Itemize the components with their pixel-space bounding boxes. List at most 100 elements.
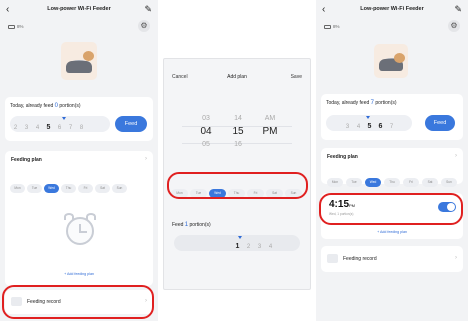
chevron-right-icon[interactable]: › xyxy=(145,156,147,162)
portion-option[interactable]: 7 xyxy=(386,119,397,135)
portion-option[interactable]: 4 xyxy=(265,239,276,255)
wheel-item: 05 xyxy=(202,141,210,148)
chevron-right-icon[interactable]: › xyxy=(455,153,457,159)
picker-marker-icon xyxy=(366,116,370,119)
wheel-item xyxy=(194,99,218,112)
feed-button[interactable]: Feed xyxy=(115,116,147,132)
feeding-plan-card: Feeding plan › Mon Tue Wed Thu Fri Sat Sun + A… xyxy=(5,151,153,286)
portion-option[interactable]: 6 xyxy=(54,120,65,136)
day-chip[interactable]: Mon xyxy=(10,184,25,193)
day-chip[interactable]: Thu xyxy=(384,178,400,187)
portion-option[interactable]: 6 xyxy=(375,119,386,135)
header: ‹ Low-power Wi-Fi Feeder ✎ xyxy=(316,4,468,18)
minute-wheel[interactable]: 14 15 16 xyxy=(226,99,250,164)
edit-pencil-icon[interactable]: ✎ xyxy=(454,4,462,15)
day-chip[interactable]: Fri xyxy=(78,184,93,193)
save-button[interactable]: Save xyxy=(291,74,302,80)
page-title: Low-power Wi-Fi Feeder xyxy=(47,6,111,12)
settings-gear-icon[interactable]: ⚙ xyxy=(138,20,150,32)
chevron-right-icon: › xyxy=(455,255,457,261)
add-plan-dialog: Cancel Add plan Save 03 04 05 14 15 16 A… xyxy=(163,58,311,290)
wheel-item xyxy=(194,151,218,164)
battery-icon xyxy=(8,24,15,29)
portion-option-selected[interactable]: 5 xyxy=(364,119,375,135)
day-chip[interactable]: Tue xyxy=(27,184,42,193)
portion-picker[interactable]: 1234 xyxy=(174,235,300,251)
wheel-item: 14 xyxy=(234,115,242,122)
highlight-annotation xyxy=(167,172,308,199)
today-fed-text: Today, already feed 7 portion(s) xyxy=(326,100,397,106)
ampm-selected: PM xyxy=(262,126,278,137)
today-fed-count: 0 xyxy=(54,103,59,109)
page-title: Low-power Wi-Fi Feeder xyxy=(360,6,424,12)
app-screen-home-with-plan: ‹ Low-power Wi-Fi Feeder ✎ 8% ⚙ Today, a… xyxy=(316,0,468,321)
day-chip-active[interactable]: Wed xyxy=(365,178,381,187)
wheel-item: AM xyxy=(264,115,276,122)
day-chip[interactable]: Fri xyxy=(403,178,419,187)
day-chip[interactable]: Sun xyxy=(112,184,127,193)
picker-marker-icon xyxy=(238,236,242,239)
feed-button[interactable]: Feed xyxy=(425,115,455,131)
feed-suffix: portion(s) xyxy=(189,222,211,228)
dialog-title: Add plan xyxy=(227,74,247,80)
app-screen-home: ‹ Low-power Wi-Fi Feeder ✎ 8% ⚙ Today, a… xyxy=(0,0,158,321)
day-chip[interactable]: Thu xyxy=(61,184,76,193)
day-chip[interactable]: Sat xyxy=(95,184,110,193)
wheel-item xyxy=(258,151,282,164)
clock-minute-hand xyxy=(79,231,87,233)
feeding-plan-title: Feeding plan xyxy=(11,157,42,163)
wheel-item xyxy=(226,99,250,112)
portion-option[interactable]: 2 xyxy=(243,239,254,255)
today-fed-prefix: Today, already feed xyxy=(326,100,370,106)
feed-count: 1 xyxy=(184,222,189,228)
feeder-device-image xyxy=(61,42,97,80)
wheel-item xyxy=(226,151,250,164)
battery-level: 8% xyxy=(333,24,340,29)
portion-option[interactable]: 8 xyxy=(76,120,87,136)
pet-figure xyxy=(83,51,94,61)
add-feeding-plan-link[interactable]: + Add feeding plan xyxy=(5,272,153,276)
today-fed-suffix: portion(s) xyxy=(375,100,397,106)
day-chip[interactable]: Sat xyxy=(422,178,438,187)
ampm-wheel[interactable]: AM PM xyxy=(258,99,282,164)
highlight-annotation xyxy=(319,193,463,225)
today-fed-prefix: Today, already feed xyxy=(10,103,54,109)
wheel-item xyxy=(258,99,282,112)
portion-picker[interactable]: 34567 xyxy=(326,115,412,131)
portion-option[interactable]: 4 xyxy=(353,119,364,135)
feeder-device-image xyxy=(374,44,408,78)
day-chip[interactable]: Mon xyxy=(327,178,343,187)
battery-icon xyxy=(324,24,331,29)
record-list-icon xyxy=(327,254,338,263)
pet-figure xyxy=(394,53,405,63)
portion-option[interactable]: 3 xyxy=(21,120,32,136)
portion-picker[interactable]: 2345678 xyxy=(10,116,110,132)
feed-portion-text: Feed 1 portion(s) xyxy=(172,222,211,228)
portion-option-selected[interactable]: 1 xyxy=(232,239,243,255)
hour-wheel[interactable]: 03 04 05 xyxy=(194,99,218,164)
day-chip[interactable]: Sun xyxy=(441,178,457,187)
manual-feed-card: Today, already feed 0 portion(s) 2345678… xyxy=(5,97,153,141)
hour-selected: 04 xyxy=(200,126,212,137)
portion-option[interactable]: 4 xyxy=(32,120,43,136)
feeding-record-row[interactable]: Feeding record › xyxy=(321,246,463,272)
empty-alarm-clock-icon xyxy=(62,211,98,249)
portion-option[interactable]: 7 xyxy=(65,120,76,136)
today-fed-count: 7 xyxy=(370,100,375,106)
portion-option[interactable]: 3 xyxy=(342,119,353,135)
picker-marker-icon xyxy=(62,117,66,120)
day-chip-active[interactable]: Wed xyxy=(44,184,59,193)
portion-option[interactable]: 2 xyxy=(10,120,21,136)
battery-status: 8% xyxy=(8,24,24,29)
add-feeding-plan-link[interactable]: + Add feeding plan xyxy=(321,230,463,234)
manual-feed-card: Today, already feed 7 portion(s) 34567 F… xyxy=(321,94,463,140)
portion-option-selected[interactable]: 5 xyxy=(43,120,54,136)
edit-pencil-icon[interactable]: ✎ xyxy=(144,4,152,15)
feed-prefix: Feed xyxy=(172,222,184,228)
day-chip[interactable]: Tue xyxy=(346,178,362,187)
wheel-item xyxy=(258,138,282,151)
weekday-selector: Mon Tue Wed Thu Fri Sat Sun xyxy=(10,176,129,194)
settings-gear-icon[interactable]: ⚙ xyxy=(448,20,460,32)
portion-option[interactable]: 3 xyxy=(254,239,265,255)
wheel-item: 16 xyxy=(234,141,242,148)
